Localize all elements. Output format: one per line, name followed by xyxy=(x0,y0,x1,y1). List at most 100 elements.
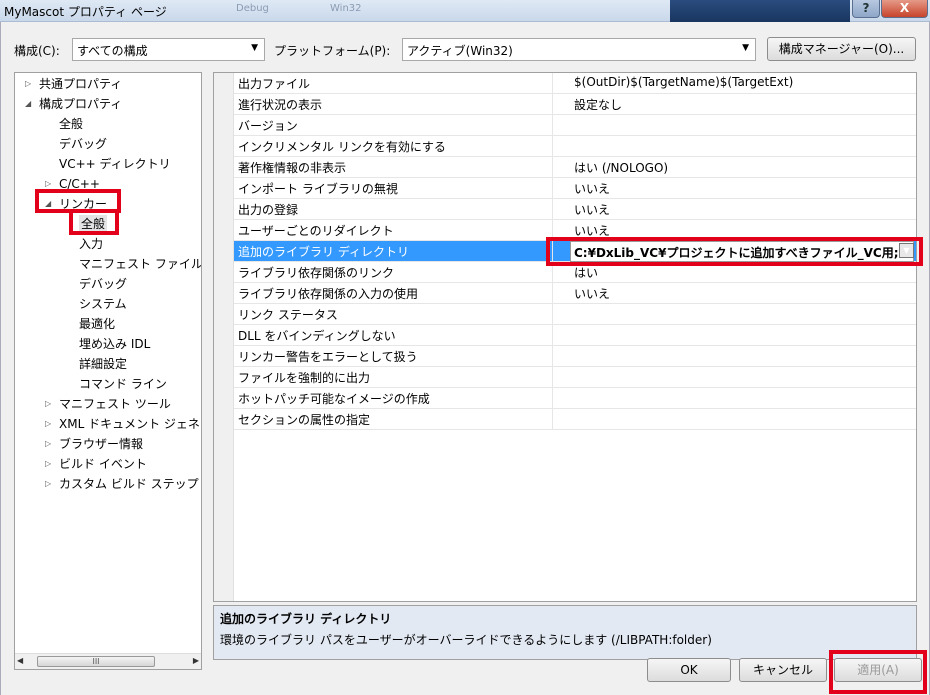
property-row[interactable]: DLL をバインディングしない xyxy=(234,325,916,346)
property-row[interactable]: 追加のライブラリ ディレクトリ C:¥DxLib_VC¥プロジェクトに追加すべきフ… xyxy=(234,241,916,262)
tree-node-linker-general[interactable]: 全般 xyxy=(79,215,108,233)
expand-arrow-icon[interactable]: ▷ xyxy=(45,455,51,473)
column-divider xyxy=(552,157,553,178)
help-button[interactable]: ? xyxy=(852,0,880,18)
tree-node-vcdirs[interactable]: VC++ ディレクトリ xyxy=(59,155,171,173)
expand-arrow-icon[interactable]: ▷ xyxy=(45,475,51,493)
tree-node-browser[interactable]: ▷ ブラウザー情報 xyxy=(45,435,143,453)
tree-node-linker-advanced[interactable]: 詳細設定 xyxy=(79,355,127,373)
property-name: リンク ステータス xyxy=(238,308,338,322)
property-name: 進行状況の表示 xyxy=(238,98,323,112)
column-divider xyxy=(552,136,553,157)
collapse-arrow-icon[interactable]: ◢ xyxy=(45,195,51,213)
tree-node-linker-cmdline[interactable]: コマンド ライン xyxy=(79,375,167,393)
property-row[interactable]: 出力の登録 いいえ xyxy=(234,199,916,220)
property-row[interactable]: ライブラリ依存関係の入力の使用 いいえ xyxy=(234,283,916,304)
property-tree: ▷ 共通プロパティ ◢ 構成プロパティ 全般 デバッグ VC++ ディレクトリ … xyxy=(14,72,202,670)
tree-node-custom-build[interactable]: ▷ カスタム ビルド ステップ xyxy=(45,475,199,493)
grid-gutter xyxy=(214,73,234,601)
title-bar: MyMascot プロパティ ページ Debug Win32 ? X xyxy=(0,0,930,22)
property-name: ユーザーごとのリダイレクト xyxy=(238,224,394,238)
property-value: いいえ xyxy=(574,287,611,301)
tree-node-linker-idl[interactable]: 埋め込み IDL xyxy=(79,335,150,353)
tree-node-linker-optimization[interactable]: 最適化 xyxy=(79,315,115,333)
column-divider xyxy=(552,304,553,325)
property-value: はい xyxy=(574,266,599,280)
tree-node-linker-system[interactable]: システム xyxy=(79,295,127,313)
tree-node-linker-debug[interactable]: デバッグ xyxy=(79,275,127,293)
column-divider xyxy=(552,199,553,220)
property-row[interactable]: ホットパッチ可能なイメージの作成 xyxy=(234,388,916,409)
tree-node-linker[interactable]: ◢ リンカー xyxy=(45,195,107,213)
tree-node-linker-manifest[interactable]: マニフェスト ファイル xyxy=(79,255,201,273)
description-text: 環境のライブラリ パスをユーザーがオーバーライドできるようにします (/LIBP… xyxy=(220,633,712,647)
property-row[interactable]: ライブラリ依存関係のリンク はい xyxy=(234,262,916,283)
platform-select[interactable]: アクティブ(Win32) ▼ xyxy=(402,38,756,61)
expand-arrow-icon[interactable]: ▷ xyxy=(45,175,51,193)
tree-node-config[interactable]: ◢ 構成プロパティ xyxy=(25,95,122,113)
tree-node-debug[interactable]: デバッグ xyxy=(59,135,107,153)
column-divider xyxy=(552,367,553,388)
tree-node-manifest-tool[interactable]: ▷ マニフェスト ツール xyxy=(45,395,171,413)
tree-node-xml-doc[interactable]: ▷ XML ドキュメント ジェネ xyxy=(45,415,200,433)
property-name: バージョン xyxy=(238,119,298,133)
dropdown-arrow-icon[interactable]: ▼ xyxy=(899,243,914,258)
property-name: 著作権情報の非表示 xyxy=(238,161,347,175)
collapse-arrow-icon[interactable]: ◢ xyxy=(25,95,31,113)
tree-node-common[interactable]: ▷ 共通プロパティ xyxy=(25,75,122,93)
expand-arrow-icon[interactable]: ▷ xyxy=(25,75,31,93)
column-divider xyxy=(552,220,553,241)
description-title: 追加のライブラリ ディレクトリ xyxy=(220,612,392,626)
scroll-thumb[interactable]: III xyxy=(37,656,155,667)
property-value: $(OutDir)$(TargetName)$(TargetExt) xyxy=(574,75,794,89)
config-manager-button[interactable]: 構成マネージャー(O)... xyxy=(767,37,916,61)
config-select[interactable]: すべての構成 ▼ xyxy=(72,38,265,61)
property-row[interactable]: インポート ライブラリの無視 いいえ xyxy=(234,178,916,199)
property-row[interactable]: 出力ファイル $(OutDir)$(TargetName)$(TargetExt) xyxy=(234,73,916,94)
property-row[interactable]: ファイルを強制的に出力 xyxy=(234,367,916,388)
platform-label: プラットフォーム(P): xyxy=(274,44,391,58)
property-name: DLL をバインディングしない xyxy=(238,329,396,343)
apply-button[interactable]: 適用(A) xyxy=(834,658,922,682)
property-row[interactable]: 著作権情報の非表示 はい (/NOLOGO) xyxy=(234,157,916,178)
property-row[interactable]: ユーザーごとのリダイレクト いいえ xyxy=(234,220,916,241)
property-value: いいえ xyxy=(574,203,611,217)
property-name: 追加のライブラリ ディレクトリ xyxy=(238,245,409,259)
close-button[interactable]: X xyxy=(881,0,928,18)
scroll-right-icon[interactable]: ▶ xyxy=(193,656,199,665)
property-row[interactable]: リンカー警告をエラーとして扱う xyxy=(234,346,916,367)
property-row[interactable]: リンク ステータス xyxy=(234,304,916,325)
expand-arrow-icon[interactable]: ▷ xyxy=(45,415,51,433)
background-tab-debug: Debug xyxy=(236,3,269,14)
property-row[interactable]: 進行状況の表示 設定なし xyxy=(234,94,916,115)
tree-horizontal-scrollbar[interactable]: ◀ III ▶ xyxy=(15,653,201,669)
chevron-down-icon: ▼ xyxy=(742,43,749,53)
mouse-cursor-icon: ➤ xyxy=(864,687,883,695)
property-name: セクションの属性の指定 xyxy=(238,413,371,427)
property-row[interactable]: セクションの属性の指定 xyxy=(234,409,916,430)
property-row[interactable]: バージョン xyxy=(234,115,916,136)
property-row[interactable]: インクリメンタル リンクを有効にする xyxy=(234,136,916,157)
column-divider xyxy=(552,241,553,262)
property-name: ライブラリ依存関係の入力の使用 xyxy=(238,287,419,301)
tree-node-general[interactable]: 全般 xyxy=(59,115,83,133)
property-value: はい (/NOLOGO) xyxy=(574,161,669,175)
lib-dir-edit-field[interactable]: C:¥DxLib_VC¥プロジェクトに追加すべきファイル_VC用;%( xyxy=(570,241,914,262)
property-name: ファイルを強制的に出力 xyxy=(238,371,371,385)
cancel-button[interactable]: キャンセル xyxy=(739,658,827,682)
scroll-left-icon[interactable]: ◀ xyxy=(17,656,23,665)
tree-node-linker-input[interactable]: 入力 xyxy=(79,235,103,253)
tree-node-cpp[interactable]: ▷ C/C++ xyxy=(45,175,100,193)
background-tab-win32: Win32 xyxy=(330,3,362,14)
column-divider xyxy=(552,283,553,304)
property-grid: 出力ファイル $(OutDir)$(TargetName)$(TargetExt)… xyxy=(213,72,917,602)
property-name: 出力ファイル xyxy=(238,77,311,91)
expand-arrow-icon[interactable]: ▷ xyxy=(45,435,51,453)
column-divider xyxy=(552,388,553,409)
tree-node-build-events[interactable]: ▷ ビルド イベント xyxy=(45,455,147,473)
description-panel: 追加のライブラリ ディレクトリ 環境のライブラリ パスをユーザーがオーバーライド… xyxy=(213,605,917,660)
ok-button[interactable]: OK xyxy=(647,658,731,682)
column-divider xyxy=(552,325,553,346)
expand-arrow-icon[interactable]: ▷ xyxy=(45,395,51,413)
property-name: 出力の登録 xyxy=(238,203,299,217)
